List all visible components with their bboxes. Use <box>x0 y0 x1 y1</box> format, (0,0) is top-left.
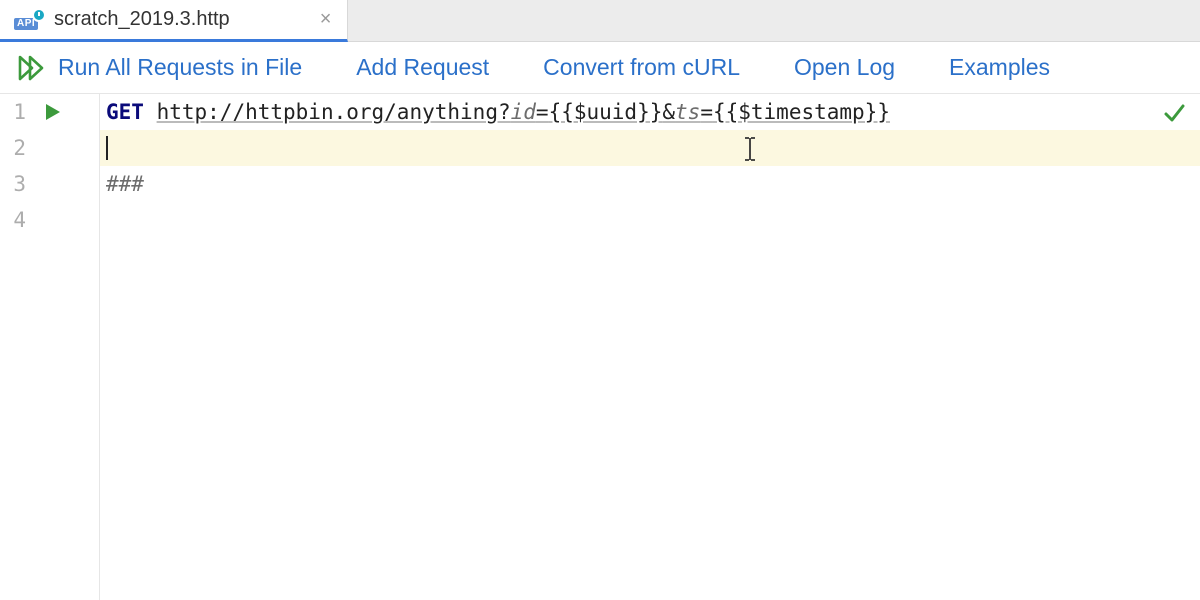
request-separator: ### <box>106 166 144 202</box>
examples-link[interactable]: Examples <box>949 54 1050 81</box>
line-number: 1 <box>12 100 26 124</box>
convert-from-curl-link[interactable]: Convert from cURL <box>543 54 740 81</box>
query-param-name: ts <box>675 94 700 130</box>
inspection-ok-icon[interactable] <box>1162 100 1186 136</box>
open-log-link[interactable]: Open Log <box>794 54 895 81</box>
add-request-link[interactable]: Add Request <box>356 54 489 81</box>
close-icon[interactable]: × <box>320 8 332 31</box>
editor-toolbar: Run All Requests in File Add Request Con… <box>0 42 1200 94</box>
run-all-requests-link[interactable]: Run All Requests in File <box>58 54 302 81</box>
code-line-2[interactable] <box>100 130 1200 166</box>
gutter: 1 2 3 4 <box>0 94 100 600</box>
run-all-icon[interactable] <box>18 55 46 81</box>
query-param-value: {{$uuid}} <box>549 94 663 130</box>
line-number: 3 <box>12 172 26 196</box>
query-param-value: {{$timestamp}} <box>713 94 890 130</box>
tab-bar: API scratch_2019.3.http × <box>0 0 1200 42</box>
run-request-icon[interactable] <box>44 102 62 122</box>
line-number: 2 <box>12 136 26 160</box>
line-number: 4 <box>12 208 26 232</box>
http-api-file-icon: API <box>14 10 44 30</box>
request-url: http://httpbin.org/anything? <box>157 94 511 130</box>
file-tab[interactable]: API scratch_2019.3.http × <box>0 0 348 42</box>
code-line-1[interactable]: GET http://httpbin.org/anything?id={{$uu… <box>100 94 1200 130</box>
caret <box>106 136 108 160</box>
code-line-3[interactable]: ### <box>100 166 1200 202</box>
code-line-4[interactable] <box>100 202 1200 238</box>
tab-title: scratch_2019.3.http <box>54 8 230 31</box>
code-area[interactable]: GET http://httpbin.org/anything?id={{$uu… <box>100 94 1200 600</box>
code-editor[interactable]: 1 2 3 4 GET http://httpbin.org/anything?… <box>0 94 1200 600</box>
query-param-name: id <box>511 94 536 130</box>
http-method: GET <box>106 94 144 130</box>
